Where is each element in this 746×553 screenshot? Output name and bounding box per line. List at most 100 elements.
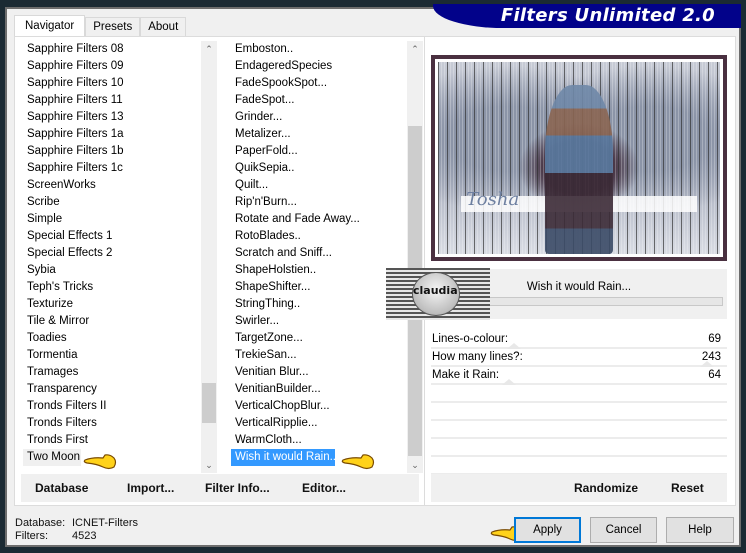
parameter-sliders: Lines-o-colour: 69 How many lines?: 243 Make… [431,331,727,475]
category-item[interactable]: ScreenWorks [23,177,209,194]
category-item[interactable]: Sapphire Filters 1a [23,126,209,143]
category-item[interactable]: Tronds First [23,432,209,449]
filter-item[interactable]: TrekieSan... [231,347,409,364]
empty-parameter-row [431,403,727,421]
filter-info-button[interactable]: Filter Info... [205,481,270,495]
scroll-up-arrow-icon[interactable]: ⌃ [201,41,217,57]
filters-unlimited-window: Filters Unlimited 2.0 Navigator Presets … [0,0,746,553]
tab-about[interactable]: About [140,17,187,37]
help-button[interactable]: Help [666,517,734,543]
filter-list[interactable]: Emboston.. EndageredSpecies FadeSpookSpot.… [231,41,409,473]
empty-parameter-row [431,457,727,475]
category-item[interactable]: Tronds Filters II [23,398,209,415]
category-item[interactable]: Sapphire Filters 08 [23,41,209,58]
filter-item[interactable]: FadeSpot... [231,92,409,109]
parameter-slider[interactable]: Lines-o-colour: 69 [431,331,727,349]
filter-item[interactable]: EndageredSpecies [231,58,409,75]
filter-item[interactable]: VenitianBuilder... [231,381,409,398]
filter-item[interactable]: WarmCloth... [231,432,409,449]
navigator-panel: Sapphire Filters 08 Sapphire Filters 09 Sa… [14,36,426,506]
parameter-slider[interactable]: Make it Rain: 64 [431,367,727,385]
preview-figure [545,85,613,254]
pointing-hand-icon [341,454,375,470]
category-item[interactable]: Sapphire Filters 09 [23,58,209,75]
filter-item[interactable]: ShapeShifter... [231,279,409,296]
parameter-value: 69 [708,333,721,345]
navigator-button-bar: Database Import... Filter Info... Editor… [21,474,419,502]
category-item[interactable]: Sybia [23,262,209,279]
category-item[interactable]: Scribe [23,194,209,211]
filter-scrollbar[interactable]: ⌃ ⌄ [407,41,423,473]
database-value: ICNET-Filters [72,517,138,529]
title-banner: Filters Unlimited 2.0 [433,4,741,28]
category-item[interactable]: Tramages [23,364,209,381]
category-scrollbar[interactable]: ⌃ ⌄ [201,41,217,473]
category-item[interactable]: Simple [23,211,209,228]
filter-item[interactable]: Rotate and Fade Away... [231,211,409,228]
category-item[interactable]: Transparency [23,381,209,398]
watermark-text: claudia [413,284,458,297]
filters-label: Filters: [15,530,48,542]
filter-item[interactable]: PaperFold... [231,143,409,160]
slider-thumb[interactable] [501,379,516,385]
category-item[interactable]: Two Moon [23,449,81,466]
editor-button[interactable]: Editor... [302,481,346,495]
filter-item[interactable]: Venitian Blur... [231,364,409,381]
randomize-button[interactable]: Randomize [574,481,638,495]
filter-item[interactable]: Grinder... [231,109,409,126]
preview-signature: Tosha [466,188,520,210]
filter-item[interactable]: VerticalRipplie... [231,415,409,432]
category-item[interactable]: Tronds Filters [23,415,209,432]
pointing-hand-icon [83,454,117,470]
empty-parameter-row [431,421,727,439]
parameter-slider[interactable]: How many lines?: 243 [431,349,727,367]
category-list[interactable]: Sapphire Filters 08 Sapphire Filters 09 Sa… [23,41,209,473]
preview-frame: Tosha [431,55,727,261]
filter-item[interactable]: Swirler... [231,313,409,330]
filter-item[interactable]: RotoBlades.. [231,228,409,245]
filter-item[interactable]: Metalizer... [231,126,409,143]
category-item[interactable]: Tormentia [23,347,209,364]
category-item[interactable]: Texturize [23,296,209,313]
database-label: Database: [15,517,66,529]
preview-image[interactable]: Tosha [438,62,720,254]
filter-item[interactable]: Rip'n'Burn... [231,194,409,211]
filter-item[interactable]: Quilt... [231,177,409,194]
filter-item[interactable]: VerticalChopBlur... [231,398,409,415]
import-button[interactable]: Import... [127,481,174,495]
category-item[interactable]: Sapphire Filters 1c [23,160,209,177]
category-item[interactable]: Sapphire Filters 1b [23,143,209,160]
filter-item[interactable]: FadeSpookSpot... [231,75,409,92]
apply-button[interactable]: Apply [514,517,581,543]
scroll-down-arrow-icon[interactable]: ⌄ [407,457,423,473]
category-item[interactable]: Sapphire Filters 10 [23,75,209,92]
filter-item[interactable]: Wish it would Rain... [231,449,339,466]
claudia-watermark: claudia [386,268,490,320]
filter-item[interactable]: Scratch and Sniff... [231,245,409,262]
filter-item[interactable]: QuikSepia.. [231,160,409,177]
filter-item[interactable]: Emboston.. [231,41,409,58]
parameter-label: How many lines?: [432,351,523,363]
category-item[interactable]: Special Effects 2 [23,245,209,262]
preview-border: Tosha [435,59,723,257]
tab-presets[interactable]: Presets [85,17,141,37]
category-item[interactable]: Teph's Tricks [23,279,209,296]
database-button[interactable]: Database [35,481,88,495]
status-info: Database: ICNET-Filters Filters: 4523 [15,517,138,543]
category-item[interactable]: Tile & Mirror [23,313,209,330]
category-item[interactable]: Sapphire Filters 11 [23,92,209,109]
tab-bar: Navigator Presets About [14,15,187,37]
scroll-up-arrow-icon[interactable]: ⌃ [407,41,423,57]
filter-item[interactable]: TargetZone... [231,330,409,347]
empty-parameter-row [431,439,727,457]
cancel-button[interactable]: Cancel [590,517,657,543]
category-item[interactable]: Toadies [23,330,209,347]
filter-item[interactable]: ShapeHolstien.. [231,262,409,279]
category-scroll-thumb[interactable] [202,383,216,423]
category-item[interactable]: Sapphire Filters 13 [23,109,209,126]
tab-navigator[interactable]: Navigator [14,15,86,37]
reset-button[interactable]: Reset [671,481,704,495]
scroll-down-arrow-icon[interactable]: ⌄ [201,457,217,473]
category-item[interactable]: Special Effects 1 [23,228,209,245]
filter-item[interactable]: StringThing.. [231,296,409,313]
